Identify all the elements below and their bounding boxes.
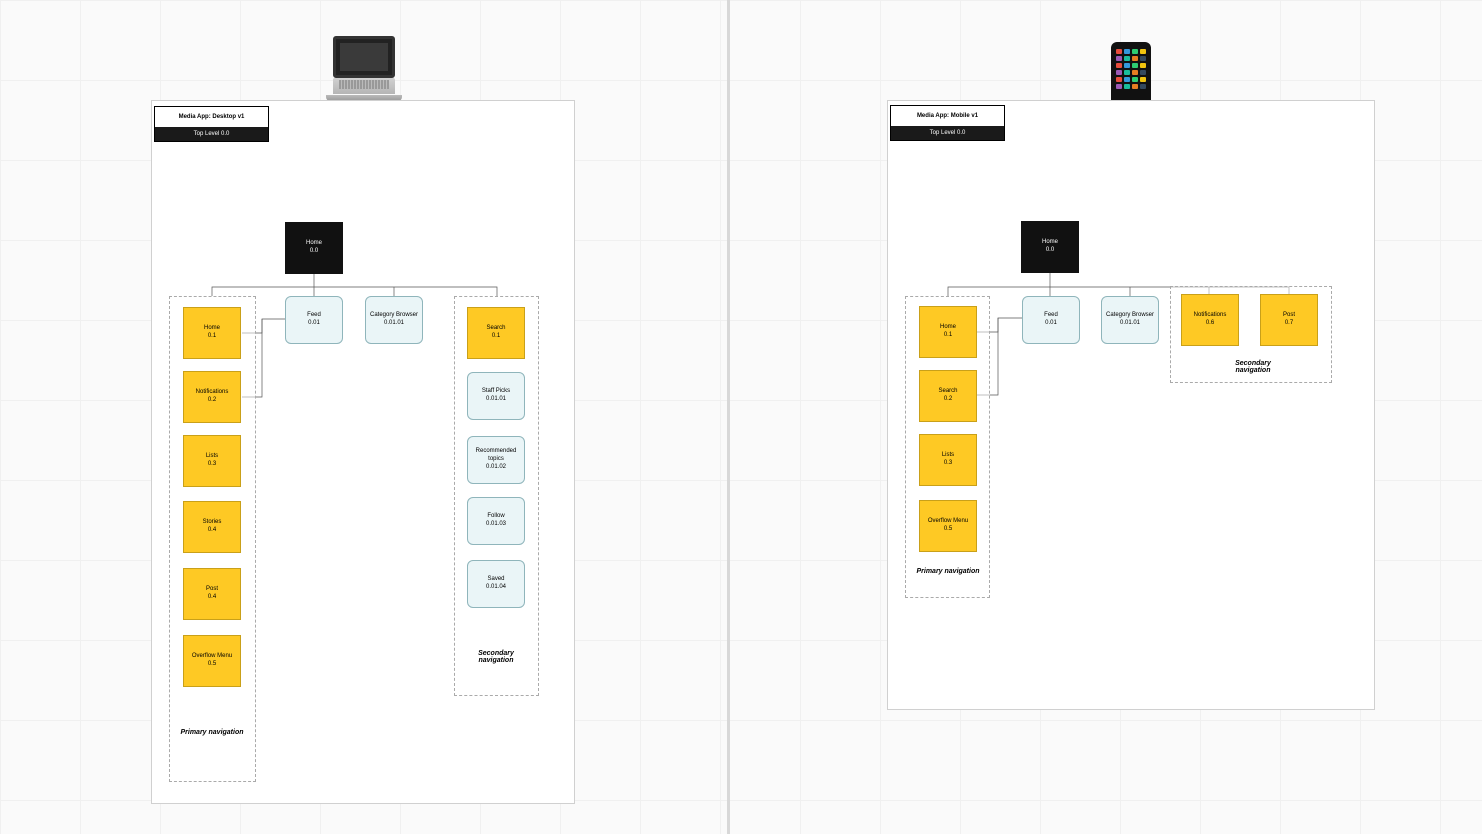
node-secondary-post-mobile[interactable]: Post 0.7 [1260, 294, 1318, 346]
title-desktop-label: Media App: Desktop v1 [155, 107, 268, 127]
node-primary-post-desktop[interactable]: Post 0.4 [183, 568, 241, 620]
title-mobile-sub: Top Level 0.0 [891, 126, 1004, 140]
node-secondary-staffpicks-desktop[interactable]: Staff Picks 0.01.01 [467, 372, 525, 420]
node-primary-overflow-desktop[interactable]: Overflow Menu 0.5 [183, 635, 241, 687]
node-category-browser-mobile[interactable]: Category Browser 0.01.01 [1101, 296, 1159, 344]
group-primary-label-desktop: Primary navigation [177, 729, 247, 736]
node-home-root-mobile[interactable]: Home 0.0 [1021, 221, 1079, 273]
title-desktop-sub: Top Level 0.0 [155, 127, 268, 141]
node-primary-lists-mobile[interactable]: Lists 0.3 [919, 434, 977, 486]
node-category-browser-desktop[interactable]: Category Browser 0.01.01 [365, 296, 423, 344]
node-home-root-desktop[interactable]: Home 0.0 [285, 222, 343, 274]
node-secondary-saved-desktop[interactable]: Saved 0.01.04 [467, 560, 525, 608]
group-primary-label-mobile: Primary navigation [913, 568, 983, 575]
title-mobile: Media App: Mobile v1 Top Level 0.0 [890, 105, 1005, 141]
node-secondary-follow-desktop[interactable]: Follow 0.01.03 [467, 497, 525, 545]
node-primary-overflow-mobile[interactable]: Overflow Menu 0.5 [919, 500, 977, 552]
node-primary-notifications-desktop[interactable]: Notifications 0.2 [183, 371, 241, 423]
title-desktop: Media App: Desktop v1 Top Level 0.0 [154, 106, 269, 142]
node-primary-search-mobile[interactable]: Search 0.2 [919, 370, 977, 422]
node-secondary-notifications-mobile[interactable]: Notifications 0.6 [1181, 294, 1239, 346]
node-secondary-search-desktop[interactable]: Search 0.1 [467, 307, 525, 359]
node-feed-desktop[interactable]: Feed 0.01 [285, 296, 343, 344]
group-secondary-label-desktop: Secondary navigation [461, 650, 531, 664]
laptop-icon [326, 36, 402, 101]
node-primary-home-mobile[interactable]: Home 0.1 [919, 306, 977, 358]
node-primary-home-desktop[interactable]: Home 0.1 [183, 307, 241, 359]
title-mobile-label: Media App: Mobile v1 [891, 106, 1004, 126]
node-primary-stories-desktop[interactable]: Stories 0.4 [183, 501, 241, 553]
node-feed-mobile[interactable]: Feed 0.01 [1022, 296, 1080, 344]
node-primary-lists-desktop[interactable]: Lists 0.3 [183, 435, 241, 487]
group-secondary-label-mobile: Secondary navigation [1218, 360, 1288, 374]
vertical-divider [727, 0, 730, 834]
node-secondary-recommended-desktop[interactable]: Recommended topics 0.01.02 [467, 436, 525, 484]
